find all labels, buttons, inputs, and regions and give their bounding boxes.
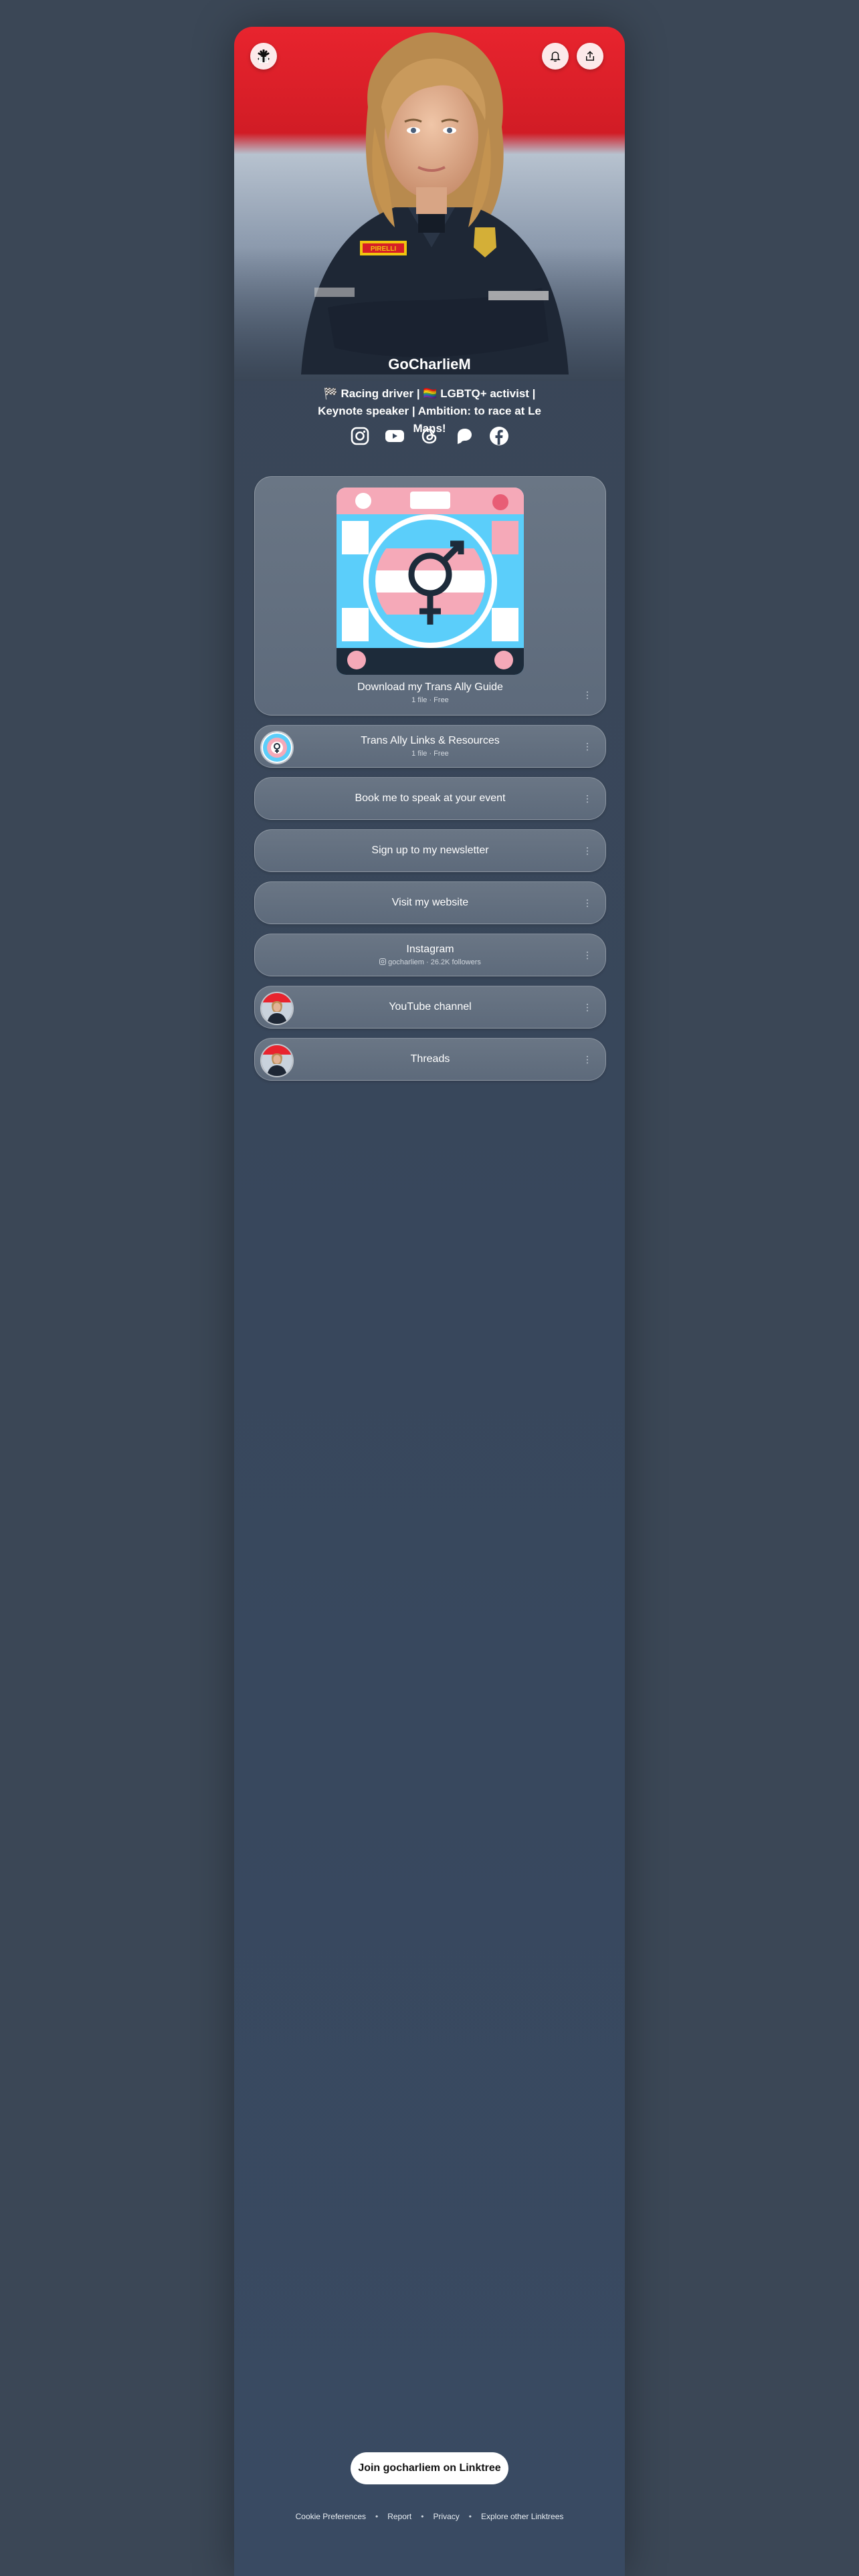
link-threads[interactable]: Threads ⋮ [254, 1038, 606, 1081]
more-options-icon[interactable]: ⋮ [583, 846, 592, 855]
link-meta: 1 file · Free [411, 750, 449, 758]
profile-name: GoCharlieM [388, 356, 471, 372]
featured-meta: 1 file · Free [411, 696, 449, 704]
footer-separator: • [468, 2512, 472, 2521]
link-meta: gocharliem · 26.2K followers [379, 958, 481, 966]
share-button[interactable] [577, 43, 603, 70]
link-title: Threads [410, 1053, 450, 1065]
hero-banner: PIRELLI [234, 27, 625, 381]
link-trans-ally-resources[interactable]: Trans Ally Links & Resources 1 file · Fr… [254, 725, 606, 768]
notification-button[interactable] [542, 43, 569, 70]
linktree-logo-button[interactable] [250, 43, 277, 70]
share-icon [586, 51, 594, 61]
linktree-logo-icon [258, 49, 270, 63]
more-options-icon[interactable]: ⋮ [583, 690, 592, 700]
trans-flag-thumb [260, 731, 294, 764]
featured-guide-card[interactable]: Download my Trans Ally Guide 1 file · Fr… [254, 476, 606, 716]
link-title: Book me to speak at your event [355, 792, 506, 804]
instagram-icon[interactable] [349, 425, 371, 447]
footer-cookie-preferences[interactable]: Cookie Preferences [296, 2512, 366, 2521]
svg-text:PIRELLI: PIRELLI [371, 245, 397, 253]
instagram-followers: gocharliem · 26.2K followers [388, 958, 481, 966]
footer-report[interactable]: Report [387, 2512, 411, 2521]
join-linktree-button[interactable]: Join gocharliem on Linktree [351, 2452, 508, 2484]
instagram-small-icon [379, 958, 387, 965]
more-options-icon[interactable]: ⋮ [583, 794, 592, 803]
featured-text: Download my Trans Ally Guide 1 file · Fr… [255, 681, 605, 704]
link-title: Trans Ally Links & Resources [361, 735, 500, 746]
link-book-speaker[interactable]: Book me to speak at your event ⋮ [254, 777, 606, 820]
link-title: Visit my website [391, 897, 469, 908]
footer-privacy[interactable]: Privacy [433, 2512, 459, 2521]
footer-explore[interactable]: Explore other Linktrees [481, 2512, 563, 2521]
trans-ally-guide-artwork [337, 488, 524, 675]
bell-icon [550, 51, 561, 62]
link-website[interactable]: Visit my website ⋮ [254, 881, 606, 924]
link-title: Instagram [406, 944, 454, 955]
link-youtube[interactable]: YouTube channel ⋮ [254, 986, 606, 1029]
more-options-icon[interactable]: ⋮ [583, 898, 592, 907]
profile-thumb [260, 1044, 294, 1077]
link-title: YouTube channel [389, 1001, 472, 1012]
linktree-page: PIRELLI GoCharlieM 🏁 Racing d [234, 27, 625, 2576]
link-newsletter[interactable]: Sign up to my newsletter ⋮ [254, 829, 606, 872]
facebook-icon[interactable] [488, 425, 510, 447]
featured-title: Download my Trans Ally Guide [357, 681, 503, 693]
threads-icon[interactable] [419, 425, 440, 447]
footer-separator: • [421, 2512, 424, 2521]
profile-portrait: PIRELLI [301, 32, 569, 374]
link-instagram[interactable]: Instagram gocharliem · 26.2K followers ⋮ [254, 934, 606, 976]
youtube-icon[interactable] [384, 425, 405, 447]
more-options-icon[interactable]: ⋮ [583, 1055, 592, 1064]
profile-thumb [260, 992, 294, 1025]
link-title: Sign up to my newsletter [371, 845, 489, 856]
more-options-icon[interactable]: ⋮ [583, 742, 592, 751]
footer-links: Cookie Preferences • Report • Privacy • … [234, 2512, 625, 2521]
patreon-icon[interactable] [454, 425, 475, 447]
social-icons-row [234, 425, 625, 447]
footer-separator: • [375, 2512, 379, 2521]
more-options-icon[interactable]: ⋮ [583, 1002, 592, 1012]
more-options-icon[interactable]: ⋮ [583, 950, 592, 960]
